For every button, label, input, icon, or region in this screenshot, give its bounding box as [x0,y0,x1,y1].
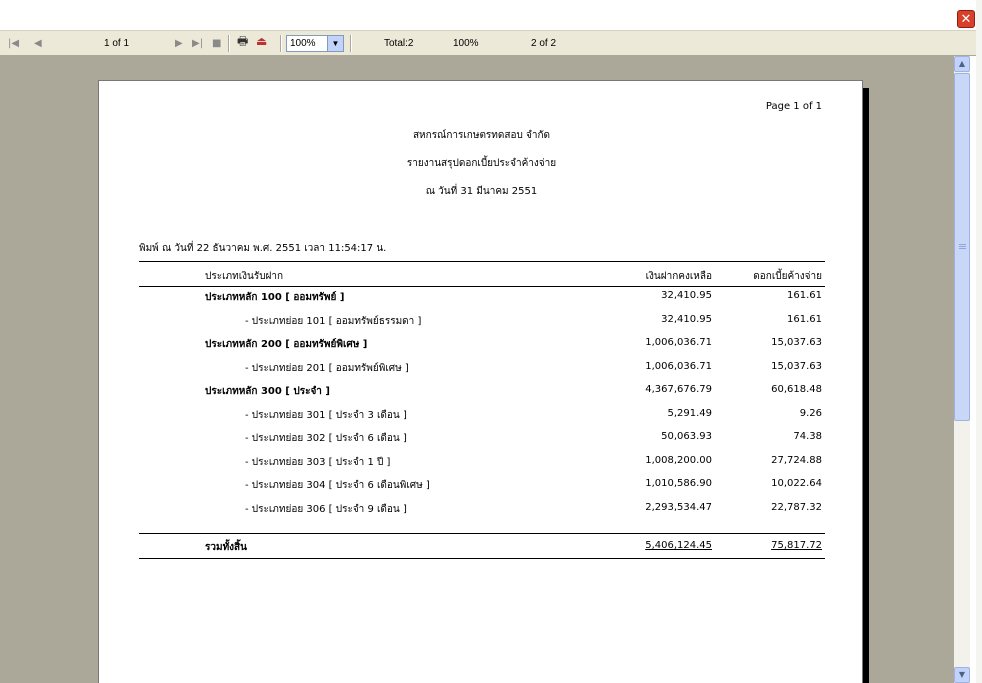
header-top-rule [139,261,825,262]
title-strip [0,0,982,30]
row-balance: 1,006,036.71 [645,337,712,348]
row-interest: 161.61 [787,290,822,301]
organization-name: สหกรณ์การเกษตรทดสอบ จำกัด [412,130,551,141]
toolbar-separator [228,35,230,52]
row-balance: 2,293,534.47 [645,502,712,513]
chevron-down-icon[interactable]: ▼ [327,36,343,51]
column-header-interest: ดอกเบี้ยค้างจ่าย [753,271,822,282]
previous-page-button[interactable]: ◀ [34,38,42,49]
row-label: - ประเภทย่อย 306 [ ประจำ 9 เดือน ] [245,504,407,515]
row-balance: 32,410.95 [661,314,712,325]
row-interest: 15,037.63 [771,361,822,372]
row-label: ประเภทหลัก 100 [ ออมทรัพย์ ] [205,292,345,303]
row-interest: 22,787.32 [771,502,822,513]
report-title: รายงานสรุปดอกเบี้ยประจำค้างจ่าย [406,158,557,169]
row-interest: 15,037.63 [771,337,822,348]
row-label: - ประเภทย่อย 304 [ ประจำ 6 เดือนพิเศษ ] [245,480,430,491]
row-balance: 1,008,200.00 [645,455,712,466]
page-count-label: 2 of 2 [531,38,557,49]
row-label: - ประเภทย่อย 101 [ ออมทรัพย์ธรรมดา ] [245,316,422,327]
total-interest: 75,817.72 [771,540,822,551]
header-bottom-rule [139,286,825,287]
row-interest: 10,022.64 [771,478,822,489]
close-icon[interactable]: ✕ [957,10,975,28]
stop-button[interactable]: ■ [212,38,221,49]
toolbar-separator [280,35,282,52]
column-header-balance: เงินฝากคงเหลือ [645,271,712,282]
page-indicator: 1 of 1 [104,38,130,49]
scroll-up-icon[interactable]: ▲ [954,56,970,72]
zoom-value: 100% [290,38,316,49]
row-balance: 4,367,676.79 [645,384,712,395]
window-edge [976,0,982,683]
report-viewer: Page 1 of 1 สหกรณ์การเกษตรทดสอบ จำกัด รา… [0,56,954,683]
row-label: - ประเภทย่อย 201 [ ออมทรัพย์พิเศษ ] [245,363,409,374]
vertical-scrollbar[interactable]: ▲ ▼ [954,56,970,683]
zoom-select[interactable]: 100% ▼ [286,35,344,52]
row-interest: 27,724.88 [771,455,822,466]
total-bottom-rule [139,558,825,559]
first-page-button[interactable]: |◀ [8,38,19,49]
row-balance: 1,010,586.90 [645,478,712,489]
toolbar-separator [350,35,352,52]
percent-label: 100% [453,38,479,49]
printed-timestamp: พิมพ์ ณ วันที่ 22 ธันวาคม พ.ศ. 2551 เวลา… [139,243,387,254]
row-interest: 74.38 [793,431,822,442]
row-label: - ประเภทย่อย 302 [ ประจำ 6 เดือน ] [245,433,407,444]
export-icon[interactable]: ⏏ [256,35,267,47]
printer-icon[interactable]: 🖶 [237,35,248,47]
page-label: Page 1 of 1 [765,101,822,112]
column-header-type: ประเภทเงินรับฝาก [205,271,284,282]
report-page: Page 1 of 1 สหกรณ์การเกษตรทดสอบ จำกัด รา… [98,80,863,683]
total-label: Total:2 [384,38,414,49]
report-toolbar: |◀ ◀ 1 of 1 ▶ ▶| ■ 🖶 ⏏ 100% ▼ Total:2 10… [0,30,976,56]
row-balance: 1,006,036.71 [645,361,712,372]
total-top-rule [139,533,825,534]
row-label: ประเภทหลัก 300 [ ประจำ ] [205,386,330,397]
total-balance: 5,406,124.45 [645,540,712,551]
page-shadow [863,88,869,683]
total-label: รวมทั้งสิ้น [205,542,247,553]
scrollbar-thumb[interactable] [954,73,970,421]
row-balance: 5,291.49 [667,408,712,419]
row-label: ประเภทหลัก 200 [ ออมทรัพย์พิเศษ ] [205,339,368,350]
row-balance: 32,410.95 [661,290,712,301]
row-label: - ประเภทย่อย 303 [ ประจำ 1 ปี ] [245,457,391,468]
row-interest: 60,618.48 [771,384,822,395]
last-page-button[interactable]: ▶| [192,38,203,49]
row-interest: 9.26 [799,408,822,419]
row-interest: 161.61 [787,314,822,325]
row-balance: 50,063.93 [661,431,712,442]
next-page-button[interactable]: ▶ [175,38,183,49]
row-label: - ประเภทย่อย 301 [ ประจำ 3 เดือน ] [245,410,407,421]
scroll-down-icon[interactable]: ▼ [954,667,970,683]
report-date: ณ วันที่ 31 มีนาคม 2551 [425,186,538,197]
